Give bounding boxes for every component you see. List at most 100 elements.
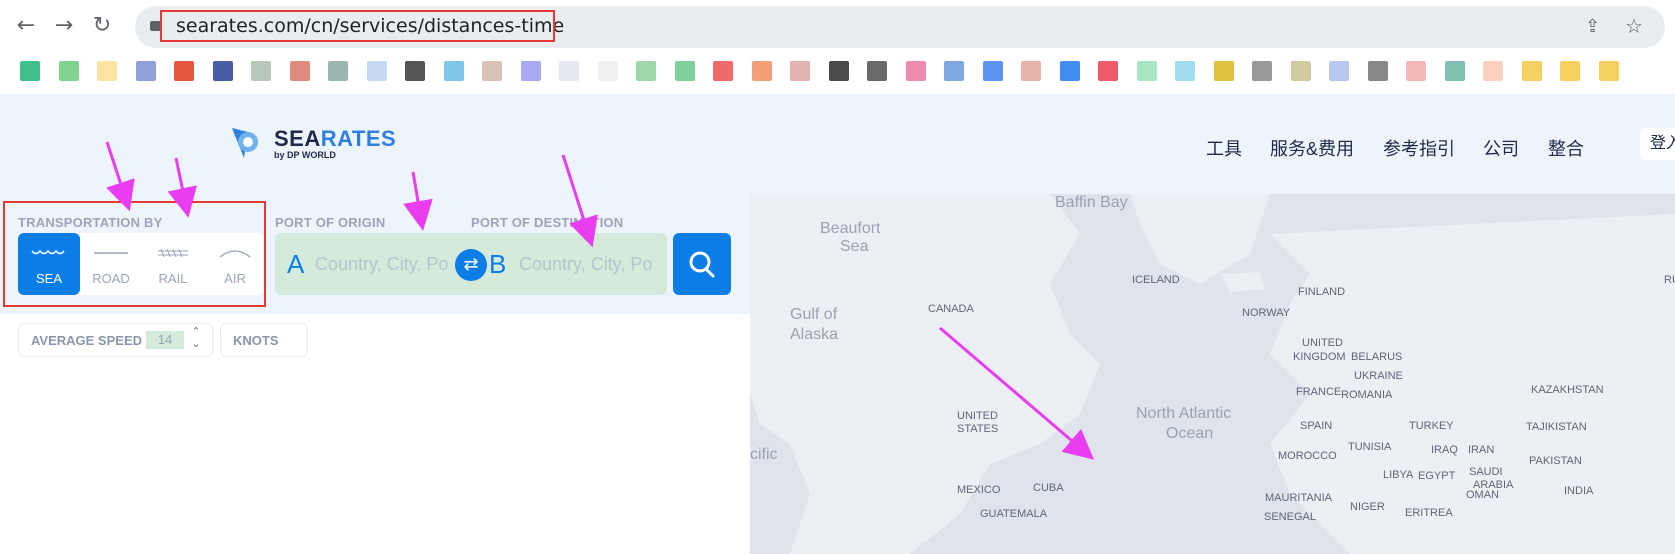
- destination-input[interactable]: B Country, City, Po: [471, 233, 667, 295]
- bookmark-favicon[interactable]: [905, 61, 926, 81]
- bookmark-favicon[interactable]: [97, 61, 117, 81]
- bookmark-favicon[interactable]: [751, 61, 772, 81]
- map-label: Ocean: [1166, 425, 1214, 442]
- search-button[interactable]: [673, 233, 731, 295]
- destination-letter: B: [489, 249, 507, 279]
- bookmark-favicon[interactable]: [674, 61, 695, 81]
- average-speed-input[interactable]: 14: [146, 331, 184, 349]
- star-icon[interactable]: ☆: [1625, 14, 1647, 38]
- map-label: BELARUS: [1351, 351, 1403, 363]
- bookmark-favicon[interactable]: [405, 61, 425, 81]
- logo-dark: SEA: [274, 126, 321, 151]
- map-label: NIGER: [1350, 501, 1385, 513]
- map-label: TURKEY: [1409, 420, 1454, 432]
- logo-subtitle: by DP WORLD: [274, 150, 336, 160]
- bookmark-favicon[interactable]: [1059, 61, 1080, 81]
- bookmark-favicon[interactable]: [520, 61, 541, 81]
- bookmark-favicon[interactable]: [174, 61, 194, 81]
- bookmark-favicon[interactable]: [1098, 61, 1118, 81]
- map-label: GUATEMALA: [980, 508, 1048, 520]
- bookmark-favicon[interactable]: [58, 61, 79, 81]
- nav-integration[interactable]: 整合: [1548, 135, 1584, 161]
- bookmark-favicon[interactable]: [790, 61, 810, 81]
- speed-stepper-icon[interactable]: ⌃ ⌄: [189, 326, 203, 354]
- bookmark-favicon[interactable]: [1329, 61, 1349, 81]
- nav-company[interactable]: 公司: [1483, 135, 1519, 161]
- bookmark-favicon[interactable]: [944, 61, 964, 81]
- bookmark-favicon[interactable]: [1560, 61, 1580, 81]
- map-label: CANADA: [928, 303, 974, 315]
- bookmark-favicon[interactable]: [1406, 61, 1426, 81]
- map-land-shapes: [750, 194, 1675, 554]
- bookmark-favicon[interactable]: [328, 61, 348, 81]
- origin-letter: A: [287, 249, 305, 279]
- map-label: FRANCE: [1296, 386, 1342, 398]
- share-icon[interactable]: ⇪: [1585, 16, 1607, 38]
- map-label: TUNISIA: [1348, 441, 1392, 453]
- bookmark-favicon[interactable]: [1521, 61, 1542, 81]
- speed-unit-label: KNOTS: [233, 333, 279, 348]
- bookmark-favicon[interactable]: [1367, 61, 1388, 81]
- nav-tools[interactable]: 工具: [1206, 135, 1242, 161]
- bookmark-favicon[interactable]: [135, 61, 156, 81]
- bookmark-favicon[interactable]: [443, 61, 464, 81]
- bookmark-favicon[interactable]: [597, 61, 618, 81]
- map-label: SPAIN: [1300, 420, 1333, 432]
- map-label: UNITED: [957, 410, 998, 422]
- bookmark-favicon[interactable]: [828, 61, 849, 81]
- map-label: NORWAY: [1242, 307, 1291, 319]
- bookmark-favicon[interactable]: [1021, 61, 1041, 81]
- login-button[interactable]: 登入: [1640, 128, 1675, 160]
- map-label: UKRAINE: [1354, 370, 1403, 382]
- swap-icon[interactable]: ⇄: [455, 249, 487, 281]
- bookmark-favicon[interactable]: [251, 61, 271, 81]
- map-label: Sea: [840, 238, 869, 255]
- bookmark-favicon[interactable]: [1290, 61, 1311, 81]
- map-label: ERITREA: [1405, 507, 1453, 519]
- bookmark-favicon[interactable]: [289, 61, 310, 81]
- bookmark-favicon[interactable]: [636, 61, 656, 81]
- map-label: EGYPT: [1418, 470, 1456, 482]
- map-label: INDIA: [1564, 485, 1594, 497]
- speed-unit-select[interactable]: KNOTS: [220, 323, 308, 357]
- bookmark-favicon[interactable]: [1598, 61, 1619, 81]
- arrow-right-icon[interactable]: →: [50, 12, 78, 40]
- map-label: MEXICO: [957, 484, 1001, 496]
- map-label: KAZAKHSTAN: [1531, 384, 1604, 396]
- average-speed-label: AVERAGE SPEED: [31, 333, 143, 348]
- bookmark-favicon[interactable]: [1444, 61, 1465, 81]
- reload-icon[interactable]: ↻: [88, 12, 116, 40]
- bookmark-favicon[interactable]: [1213, 61, 1234, 81]
- bookmark-favicon[interactable]: [713, 61, 733, 81]
- nav-reference[interactable]: 参考指引: [1383, 135, 1455, 161]
- searates-logo-icon[interactable]: [228, 124, 264, 160]
- bookmark-favicon[interactable]: [212, 61, 233, 81]
- map-label: LIBYA: [1383, 469, 1414, 481]
- bookmark-favicon[interactable]: [482, 61, 502, 81]
- map-label: PAKISTAN: [1529, 455, 1582, 467]
- map-label: KINGDOM: [1293, 351, 1346, 363]
- bookmark-favicon[interactable]: [366, 61, 387, 81]
- bookmark-favicon[interactable]: [1136, 61, 1157, 81]
- origin-input[interactable]: A Country, City, Po: [275, 233, 471, 295]
- destination-label: PORT OF DESTINATION: [471, 215, 624, 230]
- map-label: North Atlantic: [1136, 405, 1232, 422]
- map-label: TAJIKISTAN: [1526, 421, 1587, 433]
- map-label: RU: [1664, 274, 1675, 286]
- bookmark-favicon[interactable]: [559, 61, 579, 81]
- logo-wordmark[interactable]: SEARATES: [274, 126, 396, 152]
- map-label: MAURITANIA: [1265, 492, 1333, 504]
- origin-label: PORT OF ORIGIN: [275, 215, 386, 230]
- nav-services[interactable]: 服务&费用: [1270, 135, 1354, 161]
- arrow-left-icon[interactable]: ←: [12, 12, 40, 40]
- bookmark-favicon[interactable]: [20, 61, 40, 81]
- bookmark-favicon[interactable]: [1175, 61, 1195, 81]
- world-map[interactable]: Baffin Bay Beaufort Sea Gulf of Alaska ICELAN…: [750, 194, 1675, 554]
- bookmark-favicon[interactable]: [867, 61, 887, 81]
- map-label: Alaska: [790, 326, 839, 343]
- bookmark-favicon[interactable]: [1252, 61, 1272, 81]
- map-label: SAUDI: [1469, 466, 1503, 478]
- bookmark-favicon[interactable]: [1483, 61, 1503, 81]
- bookmark-favicon[interactable]: [982, 61, 1003, 81]
- map-label: SENEGAL: [1264, 511, 1316, 523]
